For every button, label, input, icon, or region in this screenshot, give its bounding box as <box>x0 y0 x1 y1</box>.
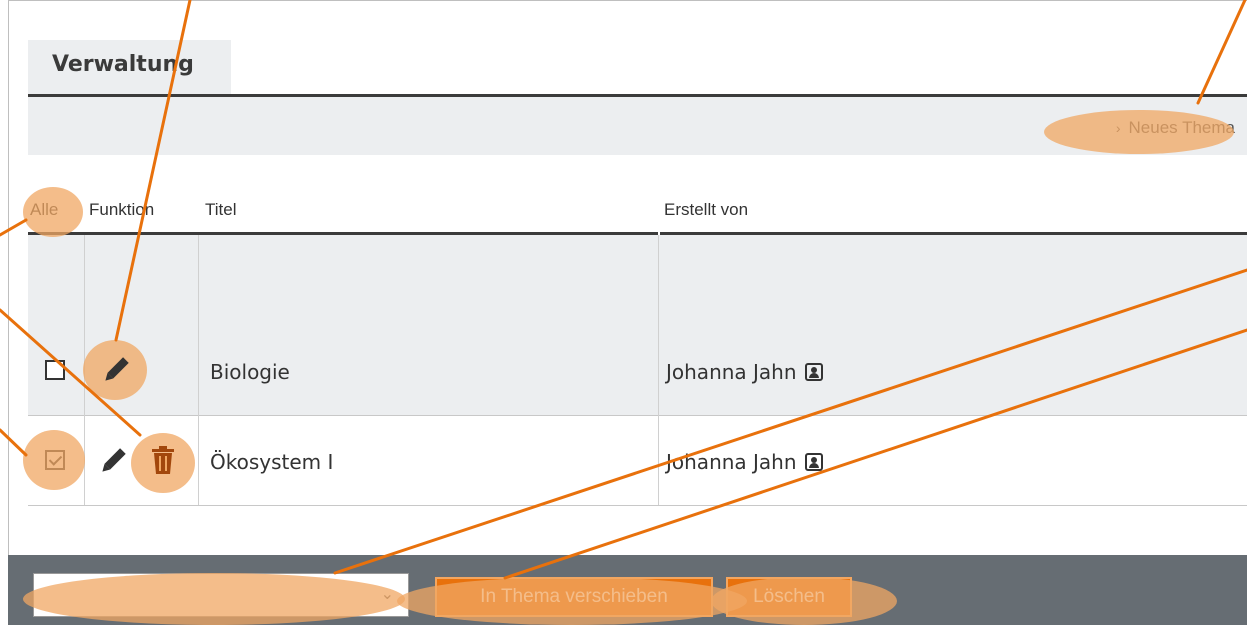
title-header[interactable]: Titel <box>205 200 237 220</box>
table-row-empty <box>28 235 1247 325</box>
topic-select[interactable]: ⌄ <box>33 573 409 617</box>
row-checkbox[interactable] <box>45 360 65 380</box>
row-checkbox-checked[interactable] <box>45 450 65 470</box>
row-author: Johanna Jahn <box>666 360 823 384</box>
chevron-down-icon: ⌄ <box>380 584 394 603</box>
row-title[interactable]: Ökosystem I <box>210 450 333 474</box>
created-by-header[interactable]: Erstellt von <box>664 200 748 220</box>
tab-label: Verwaltung <box>52 52 194 77</box>
delete-button[interactable]: Löschen <box>726 577 852 617</box>
row-divider <box>28 505 1247 506</box>
column-divider <box>198 235 199 505</box>
row-author: Johanna Jahn <box>666 450 823 474</box>
move-to-topic-button[interactable]: In Thema verschieben <box>435 577 713 617</box>
column-divider <box>84 235 85 505</box>
author-name: Johanna Jahn <box>666 360 797 384</box>
row-title[interactable]: Biologie <box>210 360 290 384</box>
function-header: Funktion <box>89 200 155 219</box>
chevron-right-icon: › <box>1115 120 1121 136</box>
tab-verwaltung[interactable]: Verwaltung <box>28 40 231 94</box>
select-all-header[interactable]: Alle <box>30 200 58 220</box>
new-topic-label: Neues Thema <box>1128 118 1235 137</box>
user-card-icon[interactable] <box>804 363 823 381</box>
author-name: Johanna Jahn <box>666 450 797 474</box>
column-divider <box>658 235 659 505</box>
toolbar: › Neues Thema <box>28 97 1247 155</box>
new-topic-link[interactable]: › Neues Thema <box>1116 118 1235 138</box>
user-card-icon[interactable] <box>804 453 823 471</box>
